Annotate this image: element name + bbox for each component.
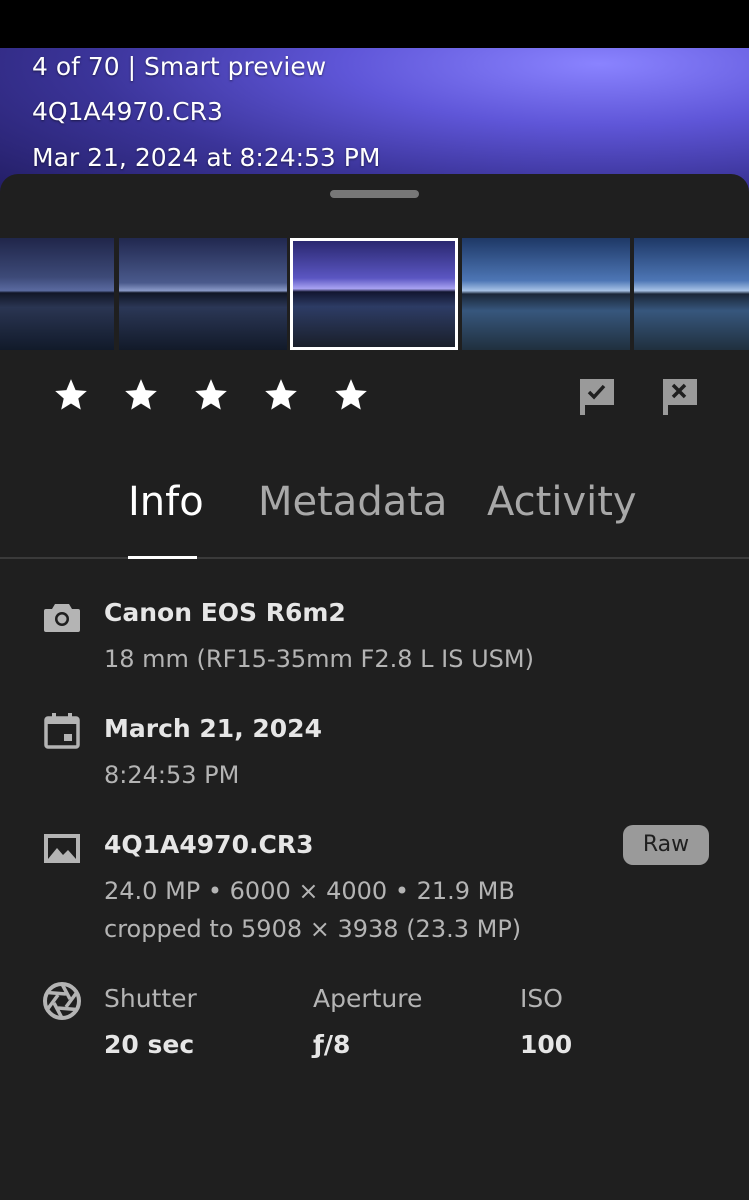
calendar-icon — [44, 713, 80, 749]
camera-model: Canon EOS R6m2 — [104, 598, 346, 627]
iso-value: 100 — [520, 1030, 573, 1059]
active-tab-indicator — [128, 556, 197, 559]
iso-label: ISO — [520, 984, 563, 1013]
star-icon[interactable] — [122, 376, 160, 414]
star-icon[interactable] — [192, 376, 230, 414]
file-name: 4Q1A4970.CR3 — [104, 830, 314, 859]
camera-icon — [44, 604, 80, 632]
pick-flag-icon[interactable] — [577, 377, 617, 417]
tabs-divider — [0, 557, 749, 559]
filmstrip-thumbnail-selected[interactable] — [290, 238, 458, 350]
filmstrip-thumbnail[interactable] — [634, 238, 749, 350]
crop-details: cropped to 5908 × 3938 (23.3 MP) — [104, 915, 522, 943]
filmstrip-thumbnail[interactable] — [0, 238, 114, 350]
aperture-value: ƒ/8 — [313, 1030, 351, 1059]
filmstrip-thumbnail[interactable] — [119, 238, 287, 350]
shutter-value: 20 sec — [104, 1030, 195, 1059]
raw-badge: Raw — [623, 825, 709, 865]
capture-time: 8:24:53 PM — [104, 761, 240, 789]
status-bar — [0, 0, 749, 48]
filmstrip[interactable] — [0, 238, 749, 350]
info-sheet: Info Metadata Activity Canon EOS R6m2 18… — [0, 174, 749, 1200]
file-details: 24.0 MP • 6000 × 4000 • 21.9 MB — [104, 877, 515, 905]
reject-flag-icon[interactable] — [660, 377, 700, 417]
photo-datetime: Mar 21, 2024 at 8:24:53 PM — [32, 143, 381, 172]
shutter-label: Shutter — [104, 984, 197, 1013]
filmstrip-thumbnail[interactable] — [462, 238, 630, 350]
tab-info[interactable]: Info — [128, 479, 204, 525]
aperture-label: Aperture — [313, 984, 423, 1013]
aperture-icon — [43, 982, 81, 1020]
capture-date: March 21, 2024 — [104, 714, 322, 743]
lens-info: 18 mm (RF15-35mm F2.8 L IS USM) — [104, 645, 534, 673]
tab-activity[interactable]: Activity — [487, 479, 637, 525]
star-icon[interactable] — [332, 376, 370, 414]
star-icon[interactable] — [52, 376, 90, 414]
photo-counter: 4 of 70 | Smart preview — [32, 52, 327, 81]
star-icon[interactable] — [262, 376, 300, 414]
tab-metadata[interactable]: Metadata — [258, 479, 447, 525]
photo-filename: 4Q1A4970.CR3 — [32, 97, 223, 126]
image-icon — [44, 834, 80, 863]
drag-handle[interactable] — [330, 190, 419, 198]
